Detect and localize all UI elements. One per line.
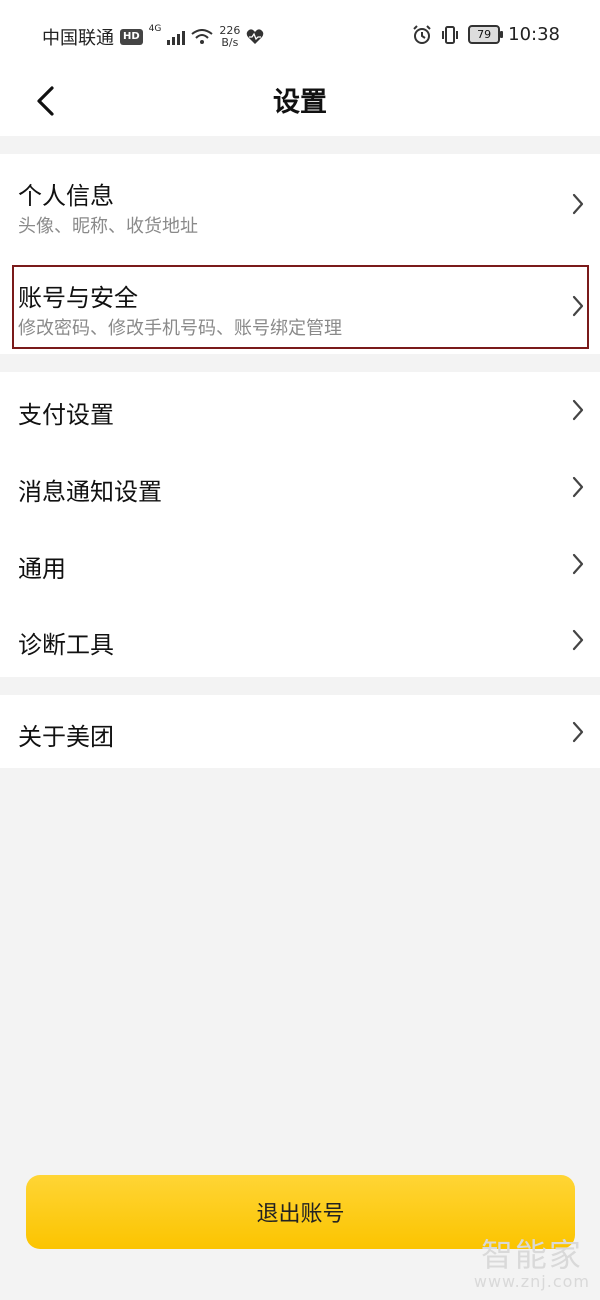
settings-item-title: 关于美团 [18, 723, 114, 751]
settings-item-profile[interactable]: 个人信息 头像、昵称、收货地址 [0, 154, 600, 254]
clock-time: 10:38 [508, 24, 560, 45]
settings-item-notifications[interactable]: 消息通知设置 [0, 449, 600, 526]
settings-item-about[interactable]: 关于美团 [0, 695, 600, 768]
chevron-right-icon [572, 721, 584, 743]
watermark-url: www.znj.com [473, 1272, 590, 1291]
network-type: 4G [148, 24, 162, 34]
highlight-box [12, 265, 589, 349]
battery-icon: 79 [468, 25, 504, 44]
top-bar: 中国联通 HD 4G 226 B/s 79 10:38 设置 [0, 0, 600, 136]
chevron-right-icon [572, 629, 584, 651]
page-title: 设置 [273, 87, 327, 118]
signal-icon [167, 29, 186, 45]
wifi-icon [191, 29, 213, 44]
settings-item-title: 支付设置 [18, 401, 114, 429]
watermark: 智能家 www.znj.com [474, 1230, 590, 1291]
vibrate-icon [442, 25, 459, 44]
settings-group-about: 关于美团 [0, 695, 600, 768]
chevron-right-icon [572, 193, 584, 215]
alarm-icon [413, 24, 431, 44]
navigation-bar: 设置 [0, 70, 600, 136]
carrier-name: 中国联通 [42, 28, 114, 49]
heart-pulse-icon [247, 29, 264, 44]
chevron-right-icon [572, 399, 584, 421]
settings-item-general[interactable]: 通用 [0, 526, 600, 603]
settings-item-title: 消息通知设置 [18, 478, 162, 506]
settings-item-diagnostics[interactable]: 诊断工具 [0, 603, 600, 677]
settings-item-title: 诊断工具 [18, 631, 114, 659]
network-speed: 226 B/s [219, 25, 240, 49]
settings-item-payment[interactable]: 支付设置 [0, 372, 600, 449]
watermark-logo: 智能家 [480, 1236, 583, 1274]
chevron-right-icon [572, 476, 584, 498]
speed-unit: B/s [221, 36, 239, 49]
status-bar: 中国联通 HD 4G 226 B/s 79 10:38 [0, 0, 600, 70]
settings-item-subtitle: 头像、昵称、收货地址 [18, 216, 198, 237]
chevron-right-icon [572, 553, 584, 575]
hd-badge: HD [120, 29, 143, 45]
settings-item-title: 通用 [18, 555, 66, 583]
settings-item-title: 个人信息 [18, 182, 114, 210]
settings-group-preferences: 支付设置 消息通知设置 通用 诊断工具 [0, 372, 600, 677]
